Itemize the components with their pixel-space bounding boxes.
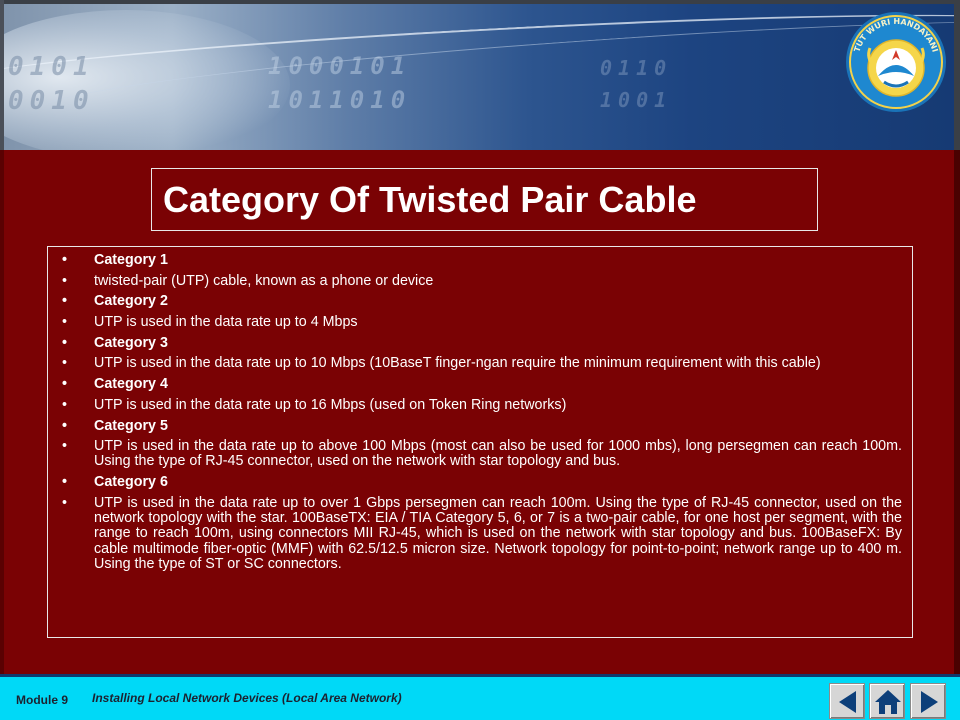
- tut-wuri-handayani-logo: TUT WURI HANDAYANI: [846, 12, 946, 112]
- list-item: • Category 5: [62, 417, 902, 434]
- title-box: Category Of Twisted Pair Cable: [151, 168, 818, 231]
- list-item: • UTP is used in the data rate up to 10 M…: [62, 355, 902, 372]
- binary-decoration: 1000101: [268, 52, 412, 80]
- triangle-right-icon: [921, 691, 938, 713]
- slide-title: Category Of Twisted Pair Cable: [163, 179, 697, 220]
- content-box: • Category 1 • twisted-pair (UTP) cable, k…: [47, 246, 913, 638]
- bullet-icon: •: [62, 474, 68, 491]
- header-banner: 0101 0010 1000101 1011010 0110 1001 TUT …: [0, 0, 960, 150]
- list-item: • UTP is used in the data rate up to abov…: [62, 438, 902, 470]
- bullet-icon: •: [62, 494, 68, 511]
- category-description: UTP is used in the data rate up to 10 Mb…: [94, 355, 821, 372]
- home-icon: [875, 690, 901, 714]
- next-slide-button[interactable]: [910, 683, 946, 719]
- list-item: • UTP is used in the data rate up to over…: [62, 494, 902, 573]
- banner-top-border: [0, 0, 960, 4]
- bullet-icon: •: [62, 252, 68, 268]
- module-description: Installing Local Network Devices (Local …: [92, 691, 402, 705]
- bullet-icon: •: [62, 396, 68, 413]
- binary-decoration: 1011010: [268, 86, 412, 114]
- binary-decoration: 0110: [600, 56, 673, 80]
- bullet-icon: •: [62, 376, 68, 393]
- bullet-icon: •: [62, 417, 68, 434]
- bullet-icon: •: [62, 314, 68, 331]
- bullet-icon: •: [62, 272, 68, 289]
- binary-decoration: 0010: [8, 86, 95, 116]
- list-item: • twisted-pair (UTP) cable, known as a ph…: [62, 272, 902, 289]
- home-slide-button[interactable]: [869, 683, 905, 719]
- list-item: • UTP is used in the data rate up to 16 M…: [62, 396, 902, 413]
- banner-left-border: [0, 0, 4, 150]
- bullet-icon: •: [62, 438, 68, 455]
- binary-decoration: 1001: [600, 88, 673, 112]
- bullet-icon: •: [62, 334, 68, 351]
- category-heading: Category 5: [94, 417, 168, 434]
- list-item: • Category 6: [62, 474, 902, 491]
- category-heading: Category 6: [94, 474, 168, 491]
- category-description: UTP is used in the data rate up to 4 Mbp…: [94, 314, 358, 331]
- footer-bar: Module 9 Installing Local Network Device…: [0, 674, 960, 720]
- category-heading: Category 2: [94, 293, 168, 310]
- bullet-icon: •: [62, 293, 68, 310]
- category-description: UTP is used in the data rate up to 16 Mb…: [94, 396, 567, 413]
- category-description: UTP is used in the data rate up to above…: [94, 438, 902, 470]
- category-description: UTP is used in the data rate up to over …: [94, 494, 902, 573]
- triangle-left-icon: [839, 691, 856, 713]
- list-item: • UTP is used in the data rate up to 4 Mb…: [62, 314, 902, 331]
- bullet-icon: •: [62, 355, 68, 372]
- list-item: • Category 4: [62, 376, 902, 393]
- category-heading: Category 1: [94, 252, 168, 268]
- list-item: • Category 2: [62, 293, 902, 310]
- category-heading: Category 4: [94, 376, 168, 393]
- banner-right-border: [954, 0, 960, 150]
- list-item: • Category 1: [62, 252, 902, 268]
- category-description: twisted-pair (UTP) cable, known as a pho…: [94, 272, 434, 289]
- slide: 0101 0010 1000101 1011010 0110 1001 TUT …: [0, 0, 960, 720]
- category-list: • Category 1 • twisted-pair (UTP) cable, k…: [62, 252, 902, 578]
- binary-decoration: 0101: [8, 52, 95, 82]
- previous-slide-button[interactable]: [829, 683, 865, 719]
- module-label: Module 9: [16, 693, 69, 707]
- category-heading: Category 3: [94, 334, 168, 351]
- list-item: • Category 3: [62, 334, 902, 351]
